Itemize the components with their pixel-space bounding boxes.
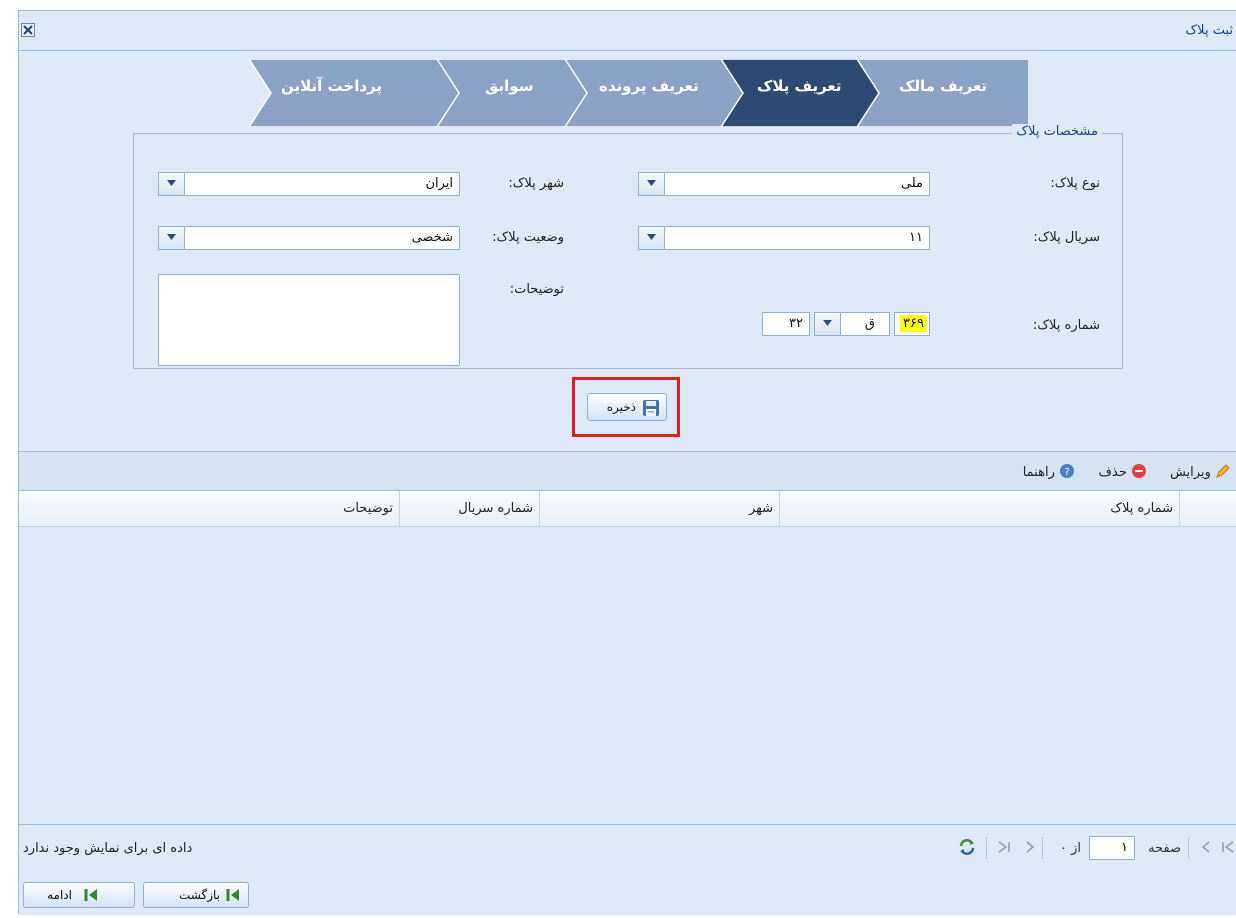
plate-status-value: شخصی [411, 230, 453, 245]
tab-plate-definition[interactable]: تعریف پلاک [757, 77, 842, 95]
footer: بازگشت ادامه [19, 872, 1236, 915]
chevron-down-icon[interactable] [639, 173, 665, 195]
plate-number-main-value: ۳۶۹ [900, 315, 927, 332]
save-button-label: ذخیره [606, 400, 636, 414]
plate-registration-window: ثبت پلاک پرداخت آنلاین سوابق تعریف پروند… [18, 10, 1236, 915]
pencil-icon [1216, 464, 1230, 478]
pager-separator [1042, 837, 1043, 859]
column-plate-number[interactable]: شماره پلاک [779, 491, 1179, 527]
plate-number-tail[interactable]: ۳۲ [762, 312, 810, 336]
delete-icon [1132, 464, 1146, 478]
column-plate-number-label: شماره پلاک [1110, 501, 1173, 516]
refresh-icon[interactable] [957, 837, 977, 861]
continue-button[interactable]: ادامه [23, 882, 135, 908]
continue-arrow-icon [84, 889, 97, 901]
plate-type-combo[interactable]: ملی [638, 172, 930, 196]
svg-text:?: ? [1064, 467, 1069, 478]
column-city-label: شهر [748, 501, 773, 516]
grid-body [19, 527, 1236, 824]
tab-case-definition[interactable]: تعریف پرونده [599, 77, 699, 95]
plate-status-combo[interactable]: شخصی [158, 226, 460, 250]
plate-status-label: وضعیت پلاک: [492, 230, 564, 245]
pager: داده ای برای نمایش وجود ندارد صفحه ۱ از … [19, 824, 1236, 872]
pager-separator [1188, 837, 1189, 859]
plate-number-tail-value: ۳۲ [789, 316, 803, 331]
title-bar: ثبت پلاک [19, 11, 1236, 51]
grid-toolbar: ویرایش حذف راهنما ? [19, 451, 1236, 491]
plate-letter-combo[interactable]: ق [814, 312, 890, 336]
column-serial-number-label: شماره سریال [458, 501, 533, 516]
grid-header: شماره پلاک شهر شماره سریال توضیحات [19, 491, 1236, 527]
continue-button-label: ادامه [47, 888, 72, 902]
plate-letter-value: ق [864, 316, 875, 331]
wizard-tabs: پرداخت آنلاین سوابق تعریف پرونده تعریف پ… [249, 59, 1029, 127]
delete-label: حذف [1098, 465, 1127, 480]
plate-number-main[interactable]: ۳۶۹ [894, 312, 930, 336]
plate-specs-fieldset: مشخصات پلاک نوع پلاک: ملی شهر پلاک: ایرا… [133, 124, 1123, 369]
plate-serial-label: سریال پلاک: [1033, 230, 1100, 245]
plate-number-label: شماره پلاک: [1033, 318, 1100, 333]
empty-message: داده ای برای نمایش وجود ندارد [23, 841, 193, 856]
column-serial-number[interactable]: شماره سریال [399, 491, 539, 527]
chevron-down-icon[interactable] [159, 227, 185, 249]
plate-city-value: ایران [425, 176, 453, 191]
delete-button[interactable]: حذف [1099, 463, 1147, 480]
tab-online-payment[interactable]: پرداخت آنلاین [281, 77, 382, 95]
back-arrow-icon [226, 889, 239, 901]
next-page-icon[interactable] [1201, 841, 1211, 857]
floppy-disk-icon [642, 399, 660, 421]
plate-serial-value: ۱۱ [909, 230, 923, 245]
close-icon[interactable] [21, 23, 35, 37]
back-button[interactable]: بازگشت [143, 882, 249, 908]
page-total: از ۰ [1059, 841, 1081, 856]
column-description-label: توضیحات [343, 501, 393, 516]
last-page-icon[interactable] [1221, 841, 1235, 857]
description-textarea[interactable] [158, 274, 460, 366]
page-number-input[interactable]: ۱ [1089, 836, 1135, 860]
column-description[interactable]: توضیحات [19, 491, 399, 527]
help-button[interactable]: راهنما ? [1023, 463, 1075, 480]
plate-serial-combo[interactable]: ۱۱ [638, 226, 930, 250]
plate-type-value: ملی [900, 176, 923, 191]
tab-history[interactable]: سوابق [485, 77, 533, 95]
first-page-icon[interactable] [997, 841, 1011, 857]
help-label: راهنما [1022, 465, 1055, 480]
back-button-label: بازگشت [179, 888, 220, 902]
row-selector-column [1179, 491, 1236, 527]
save-button[interactable]: ذخیره [587, 393, 667, 421]
chevron-down-icon[interactable] [815, 313, 841, 335]
column-city[interactable]: شهر [539, 491, 779, 527]
plate-city-label: شهر پلاک: [508, 176, 564, 191]
help-icon: ? [1060, 464, 1074, 478]
page-label: صفحه [1148, 841, 1181, 856]
plate-city-combo[interactable]: ایران [158, 172, 460, 196]
edit-button[interactable]: ویرایش [1170, 463, 1231, 480]
description-label: توضیحات: [509, 282, 564, 297]
chevron-down-icon[interactable] [159, 173, 185, 195]
save-highlight-frame: ذخیره [572, 377, 680, 437]
tab-owner-definition[interactable]: تعریف مالک [899, 77, 987, 95]
edit-label: ویرایش [1169, 465, 1211, 480]
fieldset-legend: مشخصات پلاک [1012, 124, 1102, 139]
page-number-value: ۱ [1121, 840, 1128, 855]
prev-page-icon[interactable] [1025, 841, 1035, 857]
plate-type-label: نوع پلاک: [1050, 176, 1100, 191]
window-title: ثبت پلاک [1185, 23, 1233, 38]
pager-separator [986, 837, 987, 859]
chevron-down-icon[interactable] [639, 227, 665, 249]
